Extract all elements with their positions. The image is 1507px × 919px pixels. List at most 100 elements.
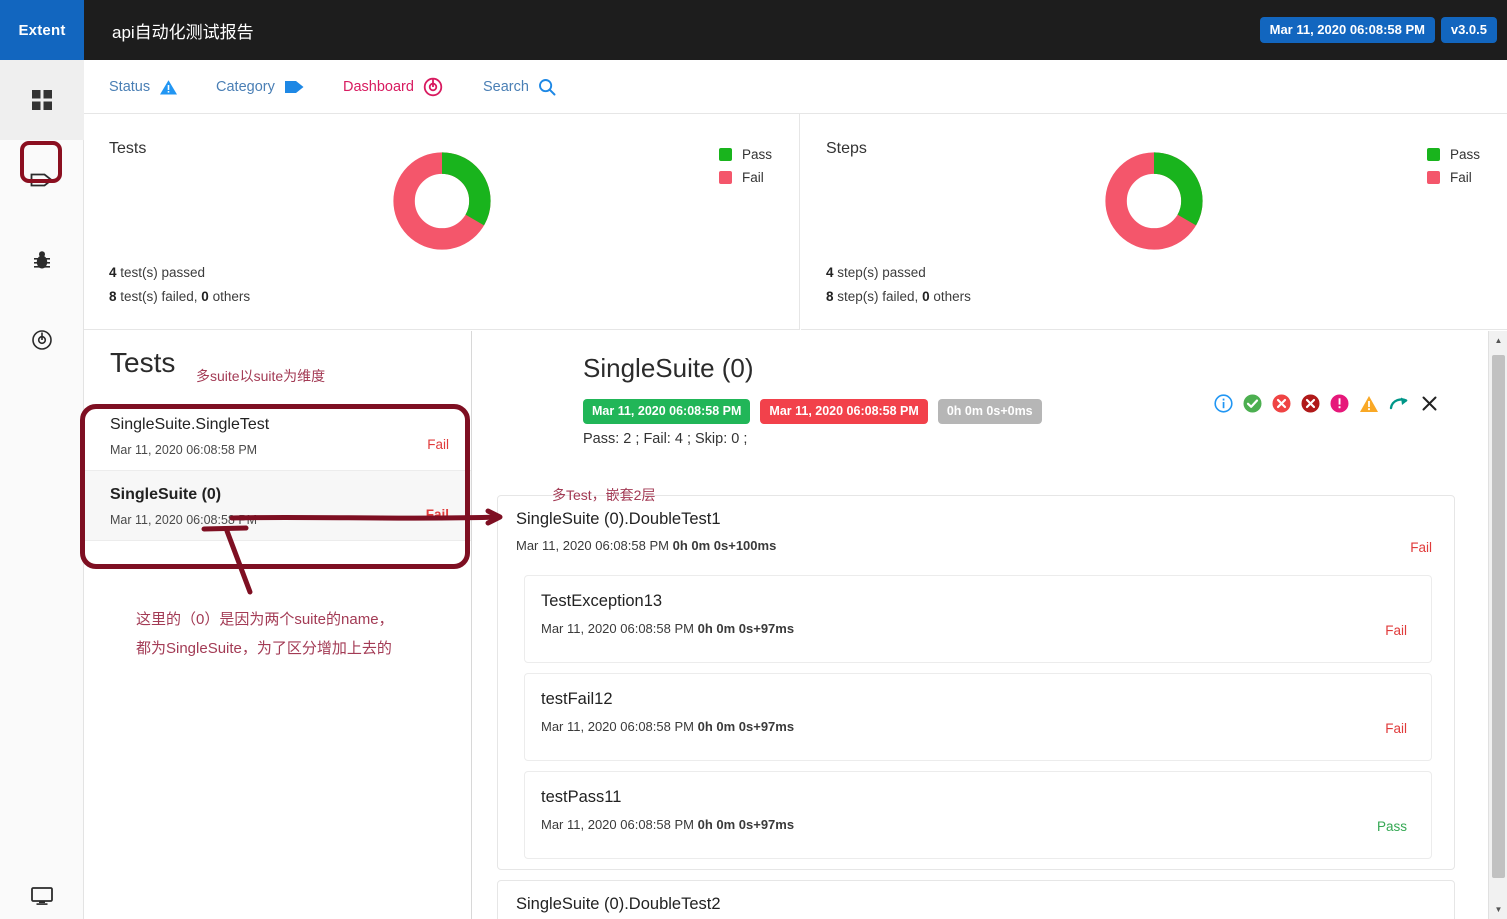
legend-swatch-pass — [718, 148, 732, 161]
test-node-name: SingleSuite (0).DoubleTest1 — [516, 510, 721, 528]
legend-label-pass: Pass — [741, 147, 772, 162]
detail-summary-counts: Pass: 2 ; Fail: 4 ; Skip: 0 ; — [583, 431, 748, 447]
test-step-meta: Mar 11, 2020 06:08:58 PM 0h 0m 0s+97ms — [541, 817, 1411, 832]
check-circle-icon[interactable] — [1243, 394, 1262, 413]
brand-logo[interactable]: Extent — [0, 0, 84, 60]
error-circle-icon[interactable] — [1301, 394, 1320, 413]
test-list: SingleSuite.SingleTest Mar 11, 2020 06:0… — [84, 401, 471, 541]
warning-triangle-icon — [159, 79, 178, 96]
detail-scrollbar[interactable]: ▲ ▼ — [1488, 331, 1507, 919]
test-step-date: Mar 11, 2020 06:08:58 PM — [541, 621, 694, 636]
test-list-item[interactable]: SingleSuite.SingleTest Mar 11, 2020 06:0… — [84, 401, 471, 471]
test-node-duration: 0h 0m 0s+100ms — [672, 538, 777, 553]
legend-label-pass: Pass — [1449, 147, 1480, 162]
annotation-note-line-1: 这里的（0）是因为两个suite的name， — [136, 611, 394, 628]
test-step-item[interactable]: testFail12 Mar 11, 2020 06:08:58 PM 0h 0… — [524, 673, 1432, 761]
legend-item-fail: Fail — [718, 170, 772, 185]
tests-failed-text: test(s) failed, — [116, 289, 202, 304]
scroll-up-arrow-icon[interactable]: ▲ — [1489, 331, 1507, 350]
nav-item-dashboard[interactable]: Dashboard — [343, 60, 443, 114]
bug-icon — [32, 249, 52, 271]
detail-title: SingleSuite (0) — [583, 353, 754, 383]
tests-passed-text: test(s) passed — [116, 265, 206, 280]
rail-item-screen[interactable] — [0, 856, 84, 919]
test-item-date: Mar 11, 2020 06:08:58 PM — [110, 513, 258, 527]
steps-failed-count: 8 — [826, 289, 834, 304]
tests-passed-count: 4 — [109, 265, 117, 280]
test-node-header[interactable]: SingleSuite (0).DoubleTest2 — [498, 881, 1454, 914]
steps-failed-text: step(s) failed, — [833, 289, 923, 304]
steps-summary-card: Steps Pass Fail 4 step(s) passed 8 step(… — [801, 114, 1507, 330]
test-step-name: testFail12 — [541, 690, 613, 708]
rail-item-exceptions[interactable] — [0, 220, 84, 300]
legend-item-fail: Fail — [1426, 170, 1480, 185]
tests-chart-legend: Pass Fail — [718, 147, 772, 193]
scroll-down-arrow-icon[interactable]: ▼ — [1489, 900, 1507, 919]
tests-others-count: 0 — [201, 289, 209, 304]
test-item-status: Fail — [427, 437, 449, 452]
annotation-note: 这里的（0）是因为两个suite的name， 都为SingleSuite，为了区… — [136, 605, 394, 663]
test-step-status: Fail — [1385, 721, 1407, 736]
rail-item-categories[interactable] — [0, 140, 84, 220]
annotation-suite-dimension: 多suite以suite为维度 — [196, 368, 326, 384]
grid-icon — [31, 89, 53, 111]
tests-failed-count: 8 — [109, 289, 117, 304]
steps-chart-legend: Pass Fail — [1426, 147, 1480, 193]
test-node-date: Mar 11, 2020 06:08:58 PM — [516, 538, 669, 553]
tests-failed-line: 8 test(s) failed, 0 others — [109, 285, 250, 309]
tests-others-text: others — [208, 289, 251, 304]
rail-item-dashboard[interactable] — [0, 60, 84, 140]
test-step-status: Fail — [1385, 623, 1407, 638]
legend-swatch-fail — [1426, 171, 1440, 184]
monitor-icon — [30, 886, 54, 906]
extent-report-page: Extent api自动化测试报告 Mar 11, 2020 06:08:58 … — [0, 0, 1507, 919]
nav-strip: Status Category Dashboard Search — [84, 60, 1507, 114]
nav-item-category[interactable]: Category — [216, 60, 305, 114]
steps-passed-line: 4 step(s) passed — [826, 261, 971, 285]
test-item-status: Fail — [425, 507, 449, 522]
steps-others-text: others — [929, 289, 971, 304]
scrollbar-thumb[interactable] — [1492, 355, 1505, 878]
steps-passed-text: step(s) passed — [833, 265, 926, 280]
info-icon[interactable] — [1214, 394, 1233, 413]
steps-others-count: 0 — [922, 289, 930, 304]
tests-passed-line: 4 test(s) passed — [109, 261, 250, 285]
top-bar: Extent api自动化测试报告 Mar 11, 2020 06:08:58 … — [0, 0, 1507, 60]
target-icon — [423, 77, 443, 97]
page-title: api自动化测试报告 — [112, 23, 254, 42]
tests-stats: 4 test(s) passed 8 test(s) failed, 0 oth… — [109, 261, 250, 309]
tests-summary-card: Tests Pass Fail 4 test(s) passed 8 test(… — [84, 114, 800, 330]
test-step-status: Pass — [1376, 819, 1407, 834]
summary-cards: Tests Pass Fail 4 test(s) passed 8 test(… — [84, 114, 1507, 330]
detail-badges: Mar 11, 2020 06:08:58 PM Mar 11, 2020 06… — [583, 399, 1042, 424]
test-item-date: Mar 11, 2020 06:08:58 PM — [110, 443, 258, 457]
annotation-multi-test: 多Test，嵌套2层 — [552, 487, 656, 503]
test-step-item[interactable]: testPass11 Mar 11, 2020 06:08:58 PM 0h 0… — [524, 771, 1432, 859]
exclamation-circle-icon[interactable] — [1330, 394, 1349, 413]
rail-item-dashboard-target[interactable] — [0, 300, 84, 380]
test-step-item[interactable]: TestException13 Mar 11, 2020 06:08:58 PM… — [524, 575, 1432, 663]
close-icon[interactable] — [1420, 394, 1439, 413]
test-node-meta: Mar 11, 2020 06:08:58 PM 0h 0m 0s+100ms — [516, 538, 1432, 553]
end-time-badge: Mar 11, 2020 06:08:58 PM — [760, 399, 928, 424]
legend-label-fail: Fail — [1449, 170, 1472, 185]
detail-status-filter-icons — [1214, 394, 1439, 413]
warning-triangle-icon[interactable] — [1359, 395, 1379, 413]
nav-item-search[interactable]: Search — [483, 60, 556, 114]
skip-arrow-icon[interactable] — [1389, 395, 1410, 412]
steps-failed-line: 8 step(s) failed, 0 others — [826, 285, 971, 309]
fail-circle-icon[interactable] — [1272, 394, 1291, 413]
tag-icon — [30, 171, 54, 189]
left-rail — [0, 60, 84, 919]
legend-swatch-fail — [718, 171, 732, 184]
tag-icon — [284, 78, 305, 96]
test-list-item[interactable]: SingleSuite (0) Mar 11, 2020 06:08:58 PM… — [84, 471, 471, 541]
test-step-meta: Mar 11, 2020 06:08:58 PM 0h 0m 0s+97ms — [541, 719, 1411, 734]
duration-badge: 0h 0m 0s+0ms — [937, 399, 1042, 424]
test-step-date: Mar 11, 2020 06:08:58 PM — [541, 719, 694, 734]
tests-pane-heading: Tests — [110, 347, 176, 378]
legend-swatch-pass — [1426, 148, 1440, 161]
nav-item-status[interactable]: Status — [109, 60, 178, 114]
nav-label-dashboard: Dashboard — [343, 79, 414, 95]
test-step-name: TestException13 — [541, 592, 663, 610]
